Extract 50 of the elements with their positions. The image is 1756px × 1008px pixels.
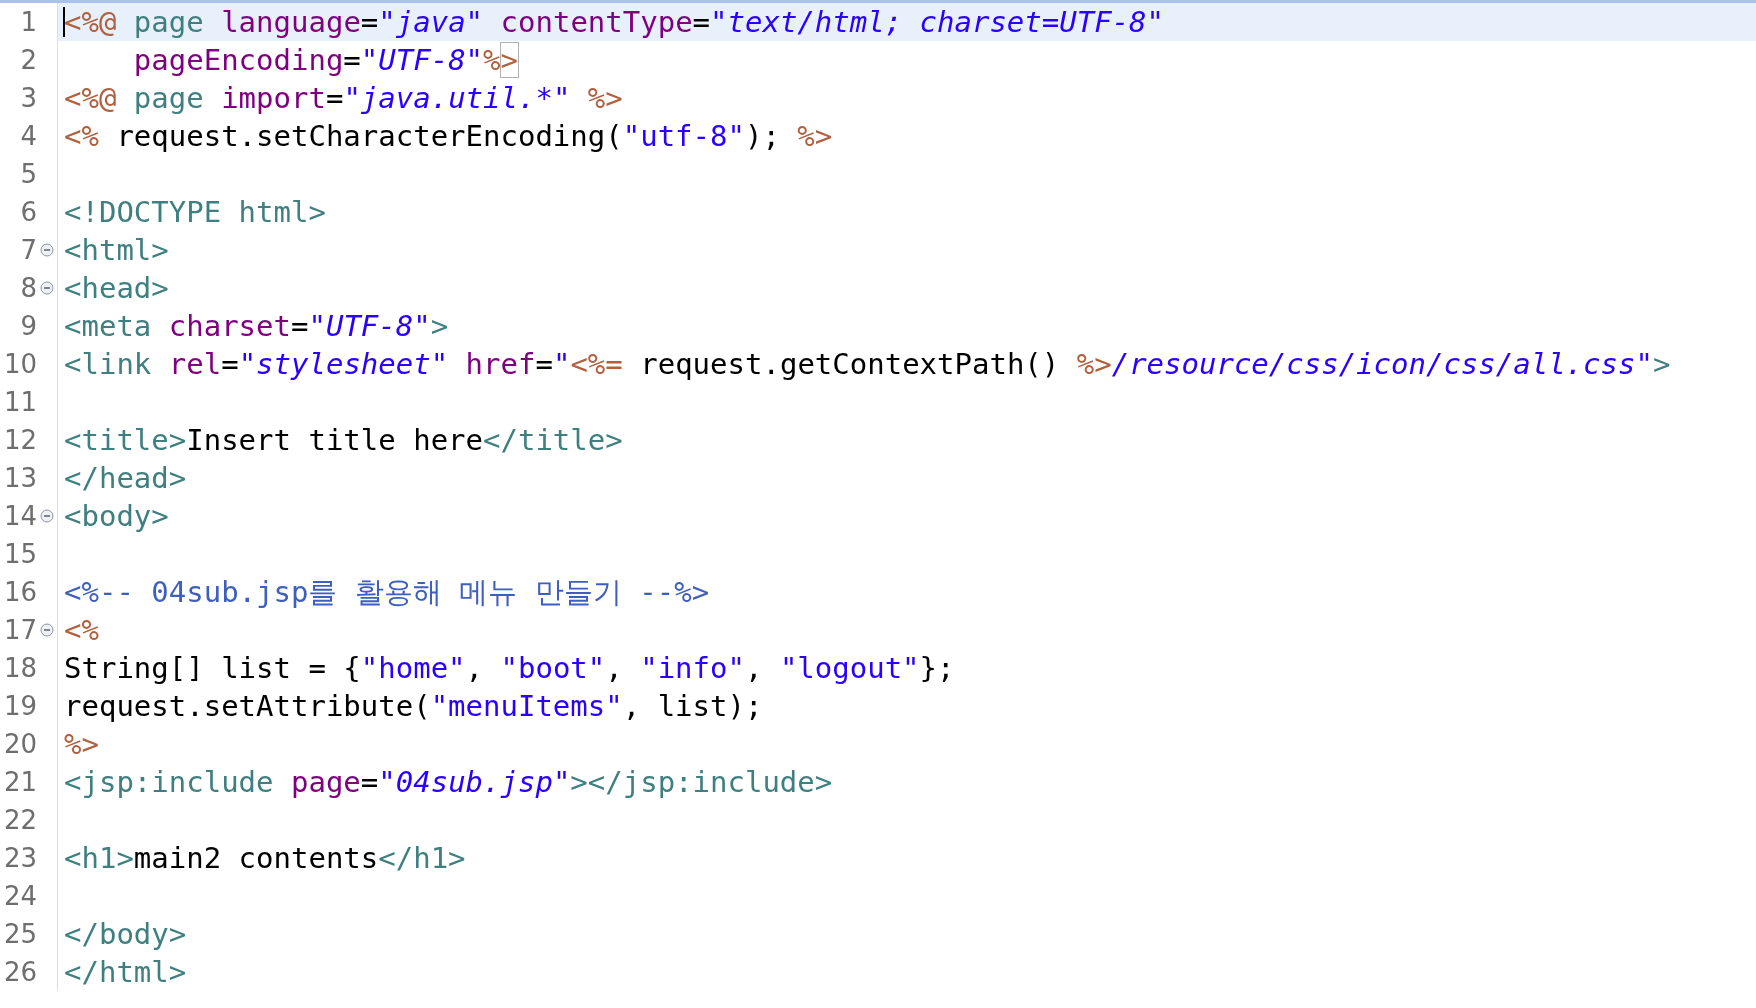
code-line: <% (63, 612, 100, 649)
line-number: 7 (20, 234, 37, 267)
line-number: 20 (3, 728, 37, 761)
code-line: <html> (63, 232, 170, 269)
code-line: <link rel="stylesheet" href="<%= request.getContextPath() %>/resource/css/icon/css/all.css"> (63, 346, 1672, 383)
code-line: <meta charset="UTF-8"> (63, 308, 450, 345)
collapse-icon[interactable] (40, 281, 54, 295)
line-number: 12 (3, 424, 37, 457)
line-number: 19 (3, 690, 37, 723)
code-line: <%-- 04sub.jsp를 활용해 메뉴 만들기 --%> (63, 574, 711, 611)
line-number: 15 (3, 538, 37, 571)
line-number: 16 (3, 576, 37, 609)
line-number: 3 (20, 82, 37, 115)
line-number: 26 (3, 956, 37, 989)
code-line: </body> (63, 916, 188, 953)
code-line: String[] list = {"home", "boot", "info", "logout"}; (63, 650, 956, 687)
code-line: request.setAttribute("menuItems", list); (63, 688, 764, 725)
line-number: 8 (20, 272, 37, 305)
code-line: pageEncoding="UTF-8"%> (132, 42, 519, 79)
line-number: 1 (20, 6, 37, 39)
code-line: <% request.setCharacterEncoding("utf-8"); %> (63, 118, 834, 155)
code-line: <head> (63, 270, 170, 307)
line-number: 9 (20, 310, 37, 343)
line-number: 4 (20, 120, 37, 153)
code-line: </html> (63, 954, 188, 991)
line-number: 13 (3, 462, 37, 495)
collapse-icon[interactable] (40, 243, 54, 257)
code-line: <title>Insert title here</title> (63, 422, 624, 459)
code-line: <body> (63, 498, 170, 535)
line-number: 25 (3, 918, 37, 951)
line-number: 18 (3, 652, 37, 685)
line-number: 14 (3, 500, 37, 533)
collapse-icon[interactable] (40, 623, 54, 637)
line-number: 11 (3, 386, 37, 419)
code-line: %> (63, 726, 100, 763)
code-line: <jsp:include page="04sub.jsp"></jsp:include> (63, 764, 834, 801)
collapse-icon[interactable] (40, 509, 54, 523)
line-number: 22 (3, 804, 37, 837)
line-number: 23 (3, 842, 37, 875)
code-line: </head> (63, 460, 188, 497)
line-number: 17 (3, 614, 37, 647)
line-number: 6 (20, 196, 37, 229)
line-number: 24 (3, 880, 37, 913)
line-number: 10 (3, 348, 37, 381)
line-number: 2 (20, 44, 37, 77)
line-number: 21 (3, 766, 37, 799)
code-line: <%@ page import="java.util.*" %> (63, 80, 624, 117)
line-number: 5 (20, 158, 37, 191)
code-line: <!DOCTYPE html> (63, 194, 327, 231)
code-line: <h1>main2 contents</h1> (63, 840, 467, 877)
